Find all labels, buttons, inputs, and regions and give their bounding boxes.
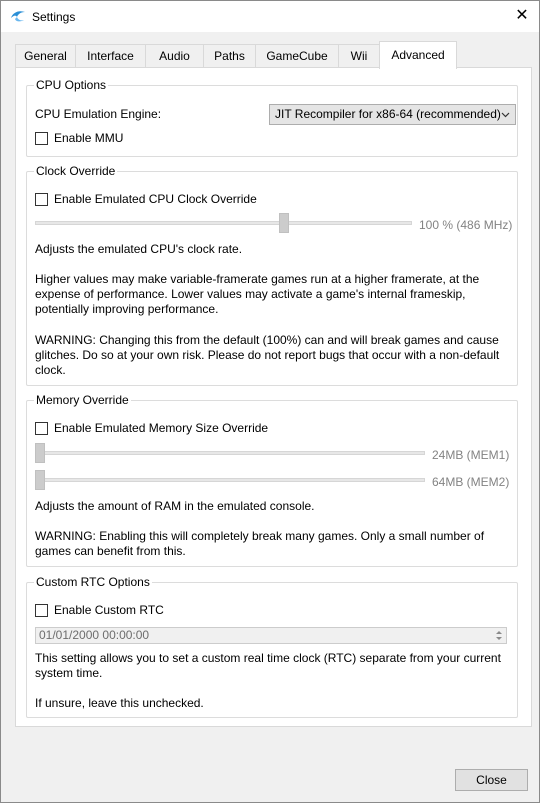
memory-override-checkbox-row[interactable]: Enable Emulated Memory Size Override xyxy=(35,421,268,435)
cpu-engine-label: CPU Emulation Engine: xyxy=(35,107,162,121)
tab-interface[interactable]: Interface xyxy=(75,44,146,68)
cpu-options-title: CPU Options xyxy=(34,78,109,92)
custom-rtc-checkbox-row[interactable]: Enable Custom RTC xyxy=(35,603,164,617)
close-button[interactable]: Close xyxy=(455,769,528,791)
advanced-panel: CPU Options CPU Emulation Engine: JIT Re… xyxy=(15,67,532,727)
clock-warning: WARNING: Changing this from the default … xyxy=(35,333,500,377)
mem2-slider-thumb[interactable] xyxy=(35,470,45,490)
memory-warning: WARNING: Enabling this will completely b… xyxy=(35,529,485,558)
clock-override-checkbox-row[interactable]: Enable Emulated CPU Clock Override xyxy=(35,192,257,206)
dolphin-icon xyxy=(11,11,25,22)
mem1-slider-track[interactable] xyxy=(35,451,425,455)
window-title: Settings xyxy=(32,10,76,24)
clock-slider-thumb[interactable] xyxy=(279,213,289,233)
clock-slider-track[interactable] xyxy=(35,221,412,225)
memory-override-title: Memory Override xyxy=(34,393,131,407)
clock-override-title: Clock Override xyxy=(34,164,118,178)
settings-window: Settings ✕ General Interface Audio Paths… xyxy=(0,0,540,803)
clock-description: Adjusts the emulated CPU's clock rate. xyxy=(35,242,243,256)
cpu-engine-value: JIT Recompiler for x86-64 (recommended) xyxy=(275,107,501,121)
clock-override-group: Clock Override Enable Emulated CPU Clock… xyxy=(26,164,518,386)
rtc-datetime-field[interactable]: 01/01/2000 00:00:00 xyxy=(35,627,507,644)
tab-gamecube[interactable]: GameCube xyxy=(255,44,339,68)
mem2-slider-track[interactable] xyxy=(35,478,425,482)
custom-rtc-checkbox[interactable] xyxy=(35,603,48,617)
mmu-label: Enable MMU xyxy=(54,131,124,145)
tab-wii[interactable]: Wii xyxy=(338,44,380,68)
mem1-slider-thumb[interactable] xyxy=(35,443,45,463)
tab-paths[interactable]: Paths xyxy=(203,44,256,68)
custom-rtc-group: Custom RTC Options Enable Custom RTC 01/… xyxy=(26,575,518,718)
spinner-arrows-icon[interactable] xyxy=(493,629,505,642)
memory-override-checkbox[interactable] xyxy=(35,421,48,435)
rtc-description: This setting allows you to set a custom … xyxy=(35,651,501,680)
tab-advanced[interactable]: Advanced xyxy=(379,41,457,69)
title-bar: Settings ✕ xyxy=(1,1,539,32)
mmu-checkbox[interactable] xyxy=(35,131,48,145)
memory-description: Adjusts the amount of RAM in the emulate… xyxy=(35,499,315,513)
tab-audio[interactable]: Audio xyxy=(145,44,204,68)
cpu-engine-select[interactable]: JIT Recompiler for x86-64 (recommended) xyxy=(269,104,516,125)
mem2-slider-value: 64MB (MEM2) xyxy=(432,475,510,489)
custom-rtc-title: Custom RTC Options xyxy=(34,575,152,589)
cpu-options-group: CPU Options CPU Emulation Engine: JIT Re… xyxy=(26,78,518,157)
clock-performance-note: Higher values may make variable-framerat… xyxy=(35,272,480,316)
memory-override-label: Enable Emulated Memory Size Override xyxy=(54,421,269,435)
mmu-checkbox-row[interactable]: Enable MMU xyxy=(35,131,123,145)
custom-rtc-label: Enable Custom RTC xyxy=(54,603,164,617)
mem1-slider-value: 24MB (MEM1) xyxy=(432,448,510,462)
rtc-datetime-value: 01/01/2000 00:00:00 xyxy=(39,628,150,642)
tab-general[interactable]: General xyxy=(15,44,76,68)
clock-override-label: Enable Emulated CPU Clock Override xyxy=(54,192,257,206)
memory-override-group: Memory Override Enable Emulated Memory S… xyxy=(26,393,518,567)
rtc-unsure-note: If unsure, leave this unchecked. xyxy=(35,696,204,710)
chevron-down-icon xyxy=(501,112,510,118)
clock-slider-value: 100 % (486 MHz) xyxy=(419,218,513,232)
clock-override-checkbox[interactable] xyxy=(35,192,48,206)
window-close-icon[interactable]: ✕ xyxy=(514,7,530,25)
